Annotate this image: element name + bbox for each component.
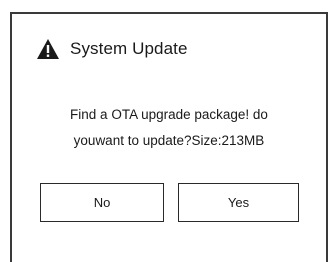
message-line-1: Find a OTA upgrade package! do bbox=[70, 107, 268, 122]
dialog-message: Find a OTA upgrade package! do youwant t… bbox=[12, 102, 326, 154]
dialog-title: System Update bbox=[70, 39, 188, 58]
dialog-header: System Update bbox=[36, 36, 188, 62]
no-button[interactable]: No bbox=[40, 183, 164, 222]
message-line-2: youwant to update?Size:213MB bbox=[73, 133, 265, 148]
system-update-dialog: System Update Find a OTA upgrade package… bbox=[10, 12, 328, 262]
yes-button[interactable]: Yes bbox=[178, 183, 299, 222]
warning-triangle-icon bbox=[36, 38, 60, 60]
